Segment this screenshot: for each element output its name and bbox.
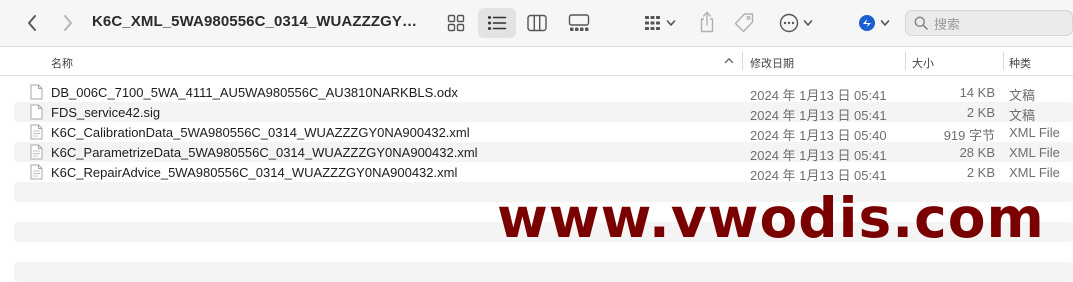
file-row[interactable]: DB_006C_7100_5WA_4111_AU5WA980556C_AU381… xyxy=(14,82,1073,103)
search-input[interactable] xyxy=(932,14,1066,34)
column-name-header[interactable]: 名称 xyxy=(51,55,73,71)
chevron-left-icon xyxy=(28,15,36,31)
chevron-down-icon xyxy=(803,20,813,26)
chevron-down-icon xyxy=(666,20,676,26)
xml-file-icon xyxy=(30,164,43,180)
file-kind: XML File xyxy=(1009,145,1060,160)
column-date-header[interactable]: 修改日期 xyxy=(750,55,794,71)
file-row[interactable]: K6C_CalibrationData_5WA980556C_0314_WUAZ… xyxy=(14,122,1073,143)
file-size: 2 KB xyxy=(966,105,995,120)
sort-ascending-icon xyxy=(724,58,734,64)
file-name: K6C_RepairAdvice_5WA980556C_0314_WUAZZZG… xyxy=(51,165,458,180)
column-separator[interactable] xyxy=(1003,52,1004,70)
back-button[interactable] xyxy=(20,11,44,35)
icon-view-button[interactable] xyxy=(443,10,469,36)
list-view-button[interactable] xyxy=(478,8,516,38)
file-kind: XML File xyxy=(1009,165,1060,180)
xml-file-icon xyxy=(30,144,43,160)
file-row[interactable]: K6C_ParametrizeData_5WA980556C_0314_WUAZ… xyxy=(14,142,1073,163)
file-size: 14 KB xyxy=(959,85,995,100)
toolbar: K6C_XML_5WA980556C_0314_WUAZZZGY… xyxy=(0,0,1073,47)
chevron-right-icon xyxy=(64,15,72,31)
empty-row xyxy=(14,262,1073,282)
group-button[interactable] xyxy=(640,10,680,36)
file-kind: XML File xyxy=(1009,125,1060,140)
file-row[interactable]: K6C_RepairAdvice_5WA980556C_0314_WUAZZZG… xyxy=(14,162,1073,183)
xml-file-icon xyxy=(30,124,43,140)
search-icon xyxy=(914,16,928,30)
column-size-header[interactable]: 大小 xyxy=(912,55,934,71)
chevron-down-icon xyxy=(880,20,890,26)
group-grid-icon xyxy=(645,16,660,30)
gallery-view-button[interactable] xyxy=(566,10,592,36)
grid-icon xyxy=(447,14,465,32)
document-icon xyxy=(30,84,43,100)
search-field[interactable] xyxy=(905,10,1073,36)
column-separator[interactable] xyxy=(742,52,743,70)
file-name: FDS_service42.sig xyxy=(51,105,161,120)
action-menu-button[interactable] xyxy=(776,10,816,36)
forward-button[interactable] xyxy=(56,11,80,35)
tag-button[interactable] xyxy=(731,10,757,36)
column-kind-header[interactable]: 种类 xyxy=(1009,55,1031,71)
file-row[interactable]: FDS_service42.sig 2024 年 1月13 日 05:41 2 … xyxy=(14,102,1073,123)
file-name: K6C_ParametrizeData_5WA980556C_0314_WUAZ… xyxy=(51,145,478,160)
ellipsis-circle-icon xyxy=(779,13,799,33)
tag-icon xyxy=(734,13,754,33)
extension-circle-icon xyxy=(859,15,875,31)
gallery-icon xyxy=(568,14,590,31)
column-header: 名称 修改日期 大小 种类 xyxy=(0,47,1073,76)
share-icon xyxy=(700,11,714,33)
column-separator[interactable] xyxy=(905,52,906,70)
watermark-text: www.vwodis.com xyxy=(497,186,1045,250)
file-name: K6C_CalibrationData_5WA980556C_0314_WUAZ… xyxy=(51,125,470,140)
list-icon xyxy=(488,16,507,30)
file-name: DB_006C_7100_5WA_4111_AU5WA980556C_AU381… xyxy=(51,85,458,100)
document-icon xyxy=(30,104,43,120)
column-view-button[interactable] xyxy=(524,10,550,36)
file-size: 28 KB xyxy=(959,145,995,160)
file-size: 2 KB xyxy=(966,165,995,180)
columns-icon xyxy=(527,14,547,32)
extension-button[interactable] xyxy=(856,10,892,36)
window-title: K6C_XML_5WA980556C_0314_WUAZZZGY… xyxy=(92,13,418,30)
share-button[interactable] xyxy=(694,8,720,36)
